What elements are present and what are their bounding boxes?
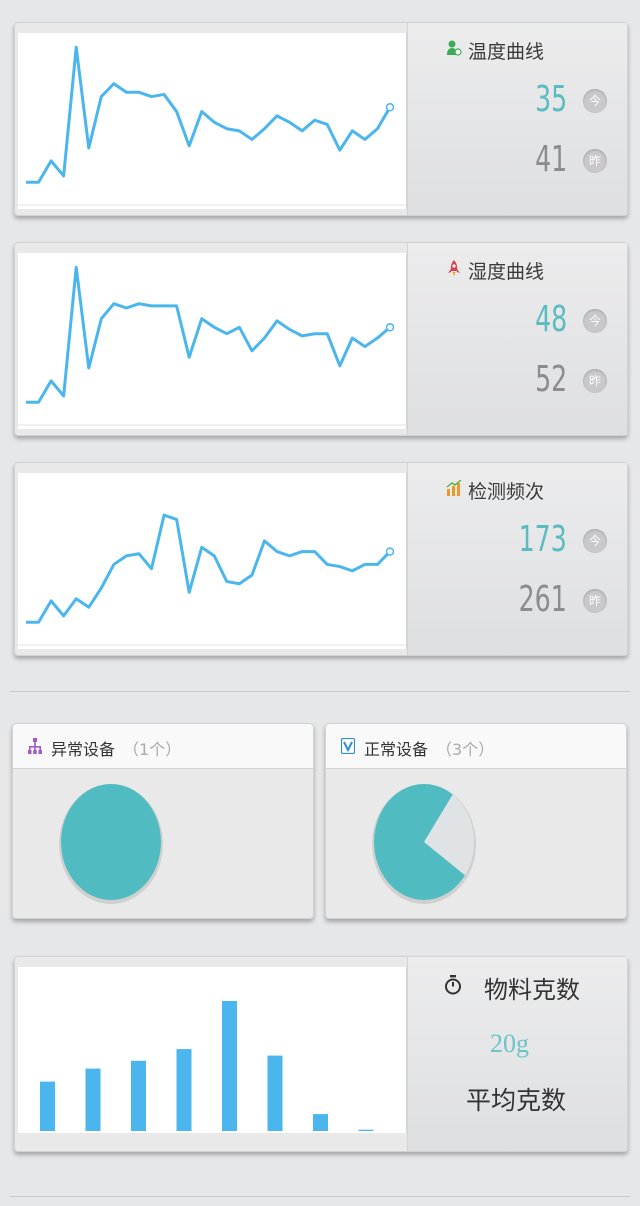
- panel-title: 正常设备: [364, 740, 429, 759]
- today-value: 48: [534, 299, 567, 340]
- temperature-summary: 温度曲线 35 今 41 昨: [407, 23, 627, 215]
- yesterday-value: 52: [534, 359, 567, 400]
- temperature-card: 温度曲线 35 今 41 昨: [14, 22, 628, 216]
- data-point: [385, 103, 395, 112]
- bar: [313, 1114, 328, 1131]
- bar: [358, 1129, 374, 1131]
- device-count: （1个）: [123, 740, 182, 759]
- device-count: （3个）: [436, 740, 495, 759]
- yesterday-tag: 昨: [583, 149, 607, 173]
- network-icon: [28, 738, 42, 754]
- normal-devices-panel[interactable]: 正常设备 （3个）: [325, 723, 627, 919]
- bar: [222, 1001, 237, 1131]
- today-value: 35: [534, 79, 567, 120]
- panel-header: 异常设备 （1个）: [13, 724, 313, 769]
- humidity-card: 湿度曲线 48 今 52 昨: [14, 242, 628, 436]
- user-green-icon: [447, 40, 462, 56]
- bottom-divider: [10, 1196, 630, 1197]
- chart-orange-icon: [446, 480, 462, 496]
- material-bar-chart: [18, 967, 407, 1133]
- bar: [40, 1081, 55, 1131]
- material-title: 物料克数: [484, 976, 580, 1004]
- data-point: [385, 323, 395, 332]
- timer-icon: [445, 975, 461, 995]
- section-divider: [10, 691, 630, 692]
- humidity-summary: 湿度曲线 48 今 52 昨: [407, 243, 627, 435]
- rocket-red-icon: [448, 260, 460, 276]
- material-summary: 物料克数 20g 平均克数: [407, 957, 627, 1151]
- yesterday-value: 41: [534, 139, 567, 180]
- abnormal-devices-panel[interactable]: 异常设备 （1个）: [12, 723, 314, 919]
- v-badge-icon: [341, 738, 355, 754]
- today-tag: 今: [583, 309, 607, 333]
- detection-frequency-card: 检测频次 173 今 261 昨: [14, 462, 628, 656]
- series-line: [26, 45, 392, 184]
- series-line: [26, 513, 392, 624]
- humidity-chart: [18, 253, 407, 429]
- bar: [176, 1049, 192, 1131]
- detection-chart: [18, 473, 407, 649]
- pie-slice: [61, 784, 161, 900]
- panel-title: 异常设备: [51, 740, 116, 759]
- detection-summary: 检测频次 173 今 261 昨: [407, 463, 627, 655]
- normal-pie-chart: [371, 782, 481, 910]
- bar: [267, 1055, 283, 1131]
- today-value: 173: [518, 519, 567, 560]
- series-line: [26, 265, 391, 404]
- data-point: [385, 547, 395, 556]
- average-label: 平均克数: [466, 1086, 567, 1115]
- today-tag: 今: [583, 89, 607, 113]
- yesterday-tag: 昨: [583, 369, 607, 393]
- card-title: 湿度曲线: [468, 261, 545, 283]
- bar: [85, 1068, 101, 1131]
- today-tag: 今: [583, 529, 607, 553]
- card-title: 检测频次: [468, 481, 545, 503]
- bar: [131, 1060, 146, 1131]
- abnormal-pie-chart: [58, 782, 168, 910]
- yesterday-tag: 昨: [583, 589, 607, 613]
- card-title: 温度曲线: [468, 41, 545, 63]
- panel-header: 正常设备 （3个）: [326, 724, 626, 769]
- temperature-chart: [18, 33, 407, 209]
- yesterday-value: 261: [518, 579, 567, 620]
- average-value: 20g: [490, 1029, 529, 1058]
- material-card: 物料克数 20g 平均克数: [14, 956, 628, 1152]
